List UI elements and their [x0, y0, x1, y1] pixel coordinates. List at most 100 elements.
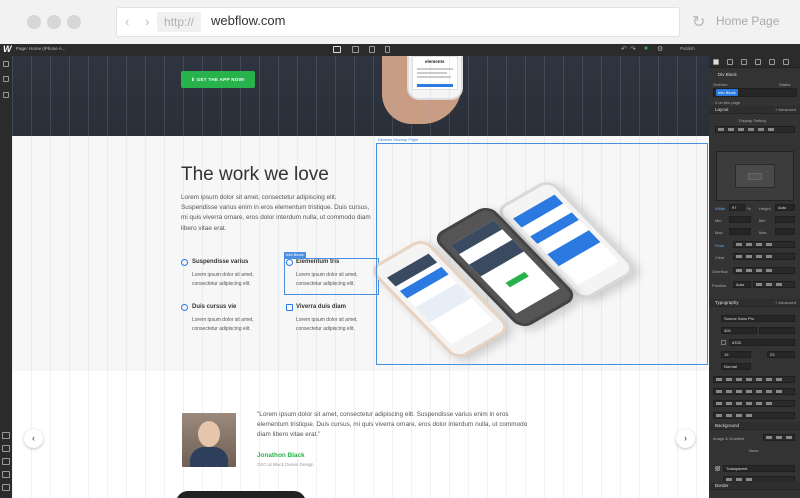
pages-icon[interactable] — [3, 76, 9, 82]
text-transform-options[interactable] — [713, 400, 795, 407]
navigator-tab-icon[interactable] — [741, 59, 747, 65]
testimonial-name[interactable]: Jonathon Black — [257, 452, 305, 459]
url-domain[interactable]: webflow.com — [211, 13, 285, 28]
settings-icon[interactable]: ⚙ — [657, 45, 663, 53]
font-color-input[interactable]: #333 — [729, 339, 795, 346]
background-section-header[interactable]: Background — [709, 422, 800, 430]
navigator-icon[interactable] — [2, 432, 10, 439]
work-heading[interactable]: The work we love — [181, 164, 329, 186]
font-size-input[interactable]: 15 — [721, 351, 751, 358]
panel-tabs — [709, 56, 800, 68]
window-zoom-button[interactable] — [67, 15, 81, 29]
testimonial-avatar — [182, 413, 236, 467]
landscape-view-icon[interactable] — [369, 46, 375, 53]
position-select[interactable]: Auto — [733, 281, 751, 288]
style-tab-icon[interactable] — [713, 59, 719, 65]
typography-advanced[interactable]: + Advanced — [775, 299, 796, 307]
left-sidebar — [0, 56, 12, 498]
min-width-input[interactable] — [729, 216, 751, 223]
settings-tab-icon[interactable] — [727, 59, 733, 65]
selector-label: Selector — [713, 82, 728, 87]
reload-icon[interactable]: ↻ — [692, 12, 705, 32]
interactions-tab-icon[interactable] — [755, 59, 761, 65]
box-model-editor[interactable] — [716, 151, 794, 201]
min-height-label: Min — [759, 218, 766, 223]
background-color-input[interactable]: Transparent — [723, 465, 795, 472]
overflow-options[interactable] — [733, 267, 795, 274]
layout-advanced[interactable]: + Advanced — [775, 106, 796, 114]
design-canvas[interactable]: ⬇ GET THE APP NOW! elements The work we … — [12, 56, 709, 498]
window-minimize-button[interactable] — [47, 15, 61, 29]
width-label: Width — [715, 206, 726, 211]
home-page-link[interactable]: Home Page — [716, 14, 779, 28]
max-width-label: Max — [715, 230, 723, 235]
text-extra-options[interactable] — [713, 412, 795, 419]
symbols-tab-icon[interactable] — [769, 59, 775, 65]
width-input[interactable]: 97 — [729, 204, 745, 211]
width-unit[interactable]: % — [747, 206, 751, 211]
letter-style-select[interactable]: Normal — [721, 363, 751, 370]
selector-field[interactable]: Info Block — [713, 88, 797, 97]
font-weight-select[interactable]: 400 — [721, 327, 757, 334]
min-height-input[interactable] — [775, 216, 795, 223]
padding-box[interactable] — [735, 164, 775, 188]
tablet-view-icon[interactable] — [352, 46, 359, 53]
phone-view-icon[interactable] — [385, 46, 390, 53]
add-element-icon[interactable] — [3, 61, 9, 67]
clear-label: Clear — [715, 255, 725, 260]
selector-chip[interactable]: Info Block — [716, 89, 738, 96]
assets-icon[interactable] — [2, 445, 10, 452]
layout-section-header[interactable]: Layout + Advanced — [709, 106, 800, 114]
info-block-selection[interactable] — [284, 258, 379, 295]
float-options[interactable] — [733, 241, 795, 248]
work-paragraph[interactable]: Lorem ipsum dolor sit amet, consectetur … — [181, 193, 371, 234]
testimonial-quote[interactable]: "Lorem ipsum dolor sit amet, consectetur… — [257, 410, 539, 441]
avatar-face — [198, 421, 220, 447]
image-gradient-label: Image & Gradient — [713, 436, 745, 441]
webflow-logo[interactable]: W — [3, 44, 12, 54]
undo-icon[interactable]: ↶ — [621, 45, 627, 53]
overflow-label: Overflow — [712, 269, 728, 274]
slider-prev-button[interactable]: ‹ — [24, 429, 43, 448]
back-forward-icon[interactable]: ‹ › — [125, 14, 155, 29]
symbols-icon[interactable] — [2, 458, 10, 465]
height-input[interactable]: Auto — [775, 204, 795, 211]
font-style-select[interactable] — [759, 327, 795, 334]
clear-options[interactable] — [733, 253, 795, 260]
text-align-options[interactable] — [713, 376, 795, 383]
window-close-button[interactable] — [27, 15, 41, 29]
devices-mockup-selection[interactable] — [376, 143, 708, 365]
font-family-select[interactable]: Source Sans Pro — [721, 315, 795, 322]
position-label: Position — [712, 283, 727, 288]
max-width-input[interactable] — [729, 228, 751, 235]
page-selector[interactable]: Page: Home (iPhone A... — [16, 46, 66, 51]
text-decoration-options[interactable] — [713, 388, 795, 395]
cms-icon[interactable] — [3, 92, 9, 98]
transparent-swatch[interactable] — [715, 466, 720, 471]
publish-button[interactable]: Publish — [680, 46, 695, 51]
assets-tab-icon[interactable] — [783, 59, 789, 65]
desktop-view-icon[interactable] — [333, 46, 341, 53]
browser-chrome: ‹ › http:// webflow.com ↻ Home Page — [0, 0, 800, 44]
designer-toolbar: W Page: Home (iPhone A... ↶ ↷ ● ⚙ Publis… — [0, 44, 800, 56]
help-icon[interactable] — [2, 484, 10, 491]
border-section-header[interactable]: Border — [709, 482, 800, 490]
typography-section-header[interactable]: Typography + Advanced — [709, 299, 800, 307]
image-gradient-options[interactable] — [763, 434, 795, 441]
max-height-input[interactable] — [775, 228, 795, 235]
states-label[interactable]: States — [779, 82, 790, 87]
interactions-icon[interactable] — [2, 471, 10, 478]
preview-icon[interactable]: ● — [644, 45, 648, 52]
slider-next-button[interactable]: › — [676, 429, 695, 448]
address-bar[interactable]: ‹ › http:// webflow.com — [116, 7, 680, 37]
monitor-icon — [286, 304, 293, 311]
display-options[interactable] — [715, 126, 795, 133]
line-height-input[interactable]: 23 — [767, 351, 795, 358]
typography-title: Typography — [715, 300, 739, 305]
color-swatch[interactable] — [721, 340, 726, 345]
testimonial-role[interactable]: CEO at Black Dunes Design — [257, 462, 314, 467]
min-width-label: Min — [715, 218, 722, 223]
background-none: None — [749, 448, 759, 453]
position-options[interactable] — [753, 281, 795, 288]
redo-icon[interactable]: ↷ — [630, 45, 636, 53]
